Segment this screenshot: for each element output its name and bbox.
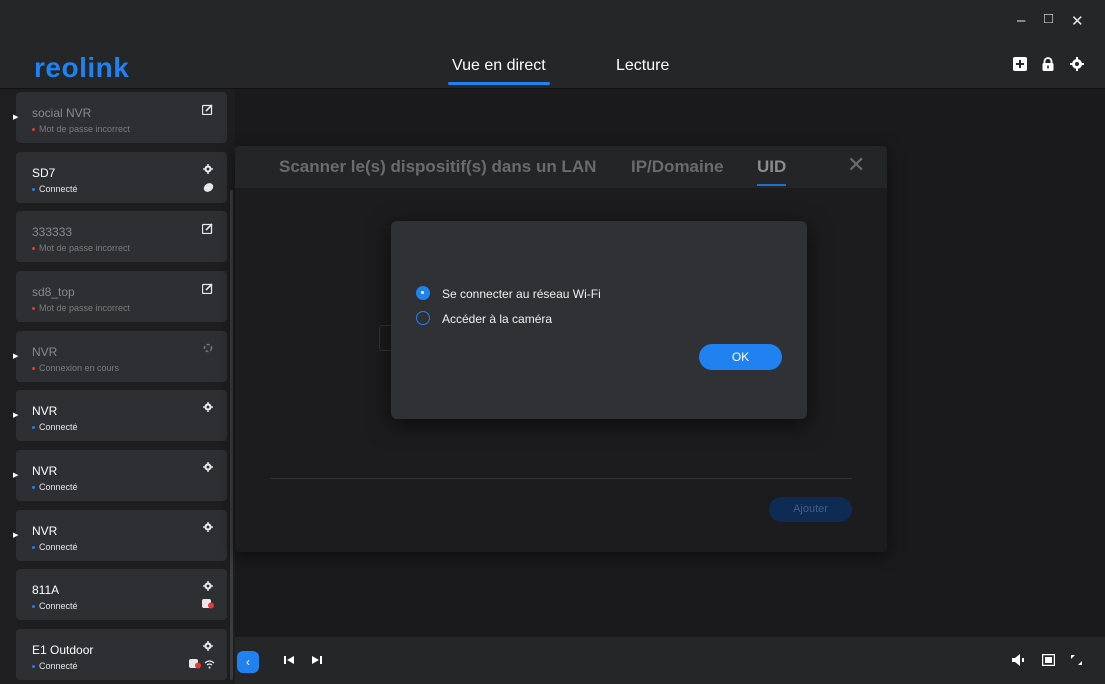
device-name: 333333 [32,225,73,239]
expand-arrow-icon[interactable]: ▶ [13,411,18,419]
close-panel-icon[interactable]: ✕ [847,152,865,178]
edit-icon[interactable] [201,104,213,118]
maximize-icon[interactable]: □ [1044,10,1053,27]
device-status: Mot de passe incorrect [32,243,130,253]
title-bar [0,0,1105,44]
camera-wifi-icon [189,659,215,672]
device-status: Connecté [32,601,78,611]
expand-arrow-icon[interactable]: ▶ [13,471,18,479]
device-status: Connecté [32,422,78,432]
expand-arrow-icon[interactable]: ▶ [13,113,18,121]
device-card[interactable]: ▶ NVR Connecté [13,390,227,441]
device-status: Mot de passe incorrect [32,124,130,134]
device-card[interactable]: ▶ social NVR Mot de passe incorrect [13,92,227,143]
gear-icon[interactable] [203,402,213,415]
tab-ip-domain[interactable]: IP/Domaine [631,157,724,177]
device-name: NVR [32,464,58,478]
radio-selected-icon[interactable] [416,286,430,300]
device-status: Connecté [32,184,78,194]
settings-icon[interactable] [1070,57,1084,74]
device-name: sd8_top [32,285,75,299]
edit-icon[interactable] [201,283,213,297]
fullscreen-icon[interactable] [1070,654,1083,669]
minimize-icon[interactable]: – [1017,12,1025,29]
device-card[interactable]: ▶ NVR Connecté [13,510,227,561]
previous-icon[interactable] [283,654,295,669]
tab-scan-lan[interactable]: Scanner le(s) dispositif(s) dans un LAN [279,157,596,177]
gear-icon[interactable] [203,462,213,475]
device-status: Mot de passe incorrect [32,303,130,313]
reolink-logo: reolink [34,52,130,83]
device-card[interactable]: sd8_top Mot de passe incorrect [16,271,227,322]
device-name: NVR [32,345,58,359]
tab-playback[interactable]: Lecture [616,57,669,75]
device-card[interactable]: 811A Connecté [16,569,227,620]
volume-icon[interactable] [1012,654,1026,669]
app-header [0,44,1105,89]
add-button[interactable]: Ajouter [769,497,852,522]
expand-arrow-icon[interactable]: ▶ [13,531,18,539]
add-device-icon[interactable] [1013,57,1027,74]
device-status: Connecté [32,482,78,492]
expand-arrow-icon[interactable]: ▶ [13,352,18,360]
tab-live-view[interactable]: Vue en direct [448,57,550,85]
device-name: NVR [32,404,58,418]
device-name: E1 Outdoor [32,643,94,657]
sidebar-scrollbar[interactable] [230,190,233,680]
device-status: Connecté [32,542,78,552]
device-card[interactable]: ▶ NVR Connecté [13,450,227,501]
edit-icon[interactable] [201,223,213,237]
spinner-icon [203,343,213,356]
device-name: NVR [32,524,58,538]
device-card[interactable]: SD7 Connecté [16,152,227,203]
collapse-sidebar-button[interactable]: ‹ [237,651,259,673]
panel-divider [270,478,852,479]
ok-button[interactable]: OK [699,344,782,370]
option-label: Se connecter au réseau Wi-Fi [442,287,601,301]
gear-icon[interactable] [203,581,213,594]
camera-icon [202,599,214,612]
device-name: social NVR [32,106,92,120]
tab-uid[interactable]: UID [757,157,787,186]
device-status: Connecté [32,661,78,671]
bottom-control-bar [235,637,1105,684]
close-window-icon[interactable]: ✕ [1071,12,1084,30]
device-card[interactable]: ▶ NVR Connexion en cours [13,331,227,382]
device-status: Connexion en cours [32,363,119,373]
device-card[interactable]: 333333 Mot de passe incorrect [16,211,227,262]
radio-unselected-icon[interactable] [416,311,430,325]
gear-icon[interactable] [203,641,213,654]
gear-icon[interactable] [203,522,213,535]
battery-icon [203,182,214,196]
next-icon[interactable] [311,654,323,669]
device-name: SD7 [32,166,56,180]
device-name: 811A [32,583,60,597]
option-label: Accéder à la caméra [442,312,553,326]
layout-icon[interactable] [1041,653,1056,669]
gear-icon[interactable] [203,164,213,177]
lock-icon[interactable] [1041,57,1055,74]
device-card[interactable]: E1 Outdoor Connecté [16,629,227,680]
